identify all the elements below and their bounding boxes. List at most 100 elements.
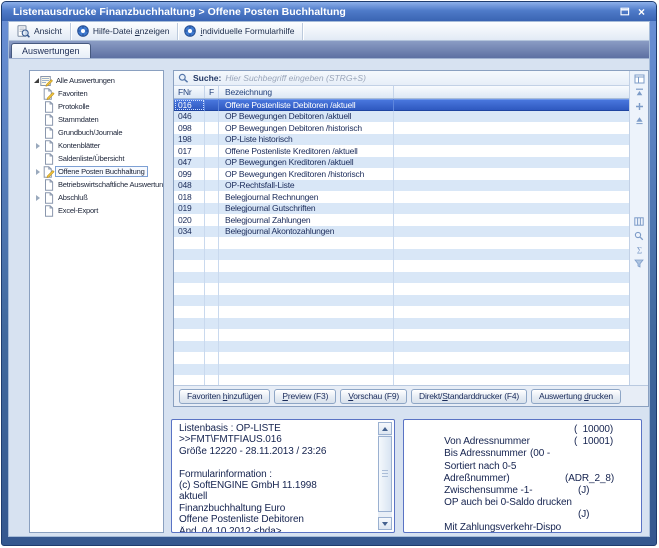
sum-icon[interactable]: Σ [633,244,646,255]
f-cell [205,214,219,226]
add-icon[interactable] [633,101,646,112]
column-header-f[interactable]: F [205,86,219,98]
form-parameter-panel: Von Adressnummer ( 10000) Bis Adressnumm… [403,419,642,533]
toolbar-button-label: Hilfe-Datei anzeigen [93,26,170,36]
table-cell [219,306,394,318]
doc-icon [42,140,55,152]
column-settings-icon[interactable] [633,73,646,84]
table-row[interactable]: 099 OP Bewegungen Kreditoren /historisch [174,168,629,180]
columns-icon[interactable] [633,216,646,227]
table-cell [219,295,394,307]
table-cell [205,272,219,284]
form-info-panel: Listenbasis : OP-LISTE >>FMT\FMTFIAUS.01… [171,419,395,533]
filler-cell [394,226,629,238]
tree-item[interactable]: Abschluß [30,191,163,204]
bezeichnung-cell: OP Bewegungen Debitoren /aktuell [219,111,394,123]
form-info-line: Größe 12220 - 28.11.2013 / 23:26 [179,446,374,457]
form-parameter-line: Von Adressnummer ( 10000) [412,424,635,436]
filter-icon[interactable] [633,258,646,269]
tree-item[interactable]: Alle Auswertungen [30,74,163,87]
tree-item-label: Stammdaten [55,114,102,125]
tree-item-label: Betriebswirtschaftliche Auswertungen [55,179,164,190]
table-cell [174,249,205,261]
table-row[interactable]: 020 Belegjournal Zahlungen [174,214,629,226]
table-row-empty [174,306,629,318]
table-row[interactable]: 019 Belegjournal Gutschriften [174,203,629,215]
tree-item[interactable]: Excel-Export [30,204,163,217]
table-cell [219,318,394,330]
close-button[interactable]: × [633,4,650,19]
doc-pencil-icon [42,88,55,100]
f-cell [205,99,219,111]
action-button-label: Auswertung drucken [539,391,613,401]
tree-item-label: Grundbuch/Journale [55,127,125,138]
action-button[interactable]: Auswertung drucken [531,389,621,404]
table-cell [394,272,629,284]
tree-item[interactable]: Kontenblätter [30,139,163,152]
bezeichnung-cell: Belegjournal Akontozahlungen [219,226,394,238]
action-button[interactable]: Direkt/Standarddrucker (F4) [411,389,527,404]
tree-expander-icon[interactable] [32,77,40,85]
column-header-bezeichnung[interactable]: Bezeichnung [219,86,394,98]
table-cell [205,352,219,364]
f-cell [205,145,219,157]
scroll-up-arrow[interactable] [378,422,392,435]
tree-item-label: Abschluß [55,192,91,203]
table-row[interactable]: 018 Belegjournal Rechnungen [174,191,629,203]
table-row[interactable]: 034 Belegjournal Akontozahlungen [174,226,629,238]
jump-top-icon[interactable] [633,87,646,98]
scroll-down-arrow[interactable] [378,517,392,530]
table-row[interactable]: 017 Offene Postenliste Kreditoren /aktue… [174,145,629,157]
doc-pencil-icon [42,166,55,178]
filler-cell [394,122,629,134]
table-row[interactable]: 098 OP Bewegungen Debitoren /historisch [174,122,629,134]
table-cell [205,375,219,385]
filler-cell [394,145,629,157]
f-cell [205,203,219,215]
table-cell [219,283,394,295]
toolbar-button[interactable]: Hilfe-Datei anzeigen [73,23,179,40]
tree-expander-icon[interactable] [34,194,42,202]
table-row-empty [174,341,629,353]
tree-item[interactable]: Saldenliste/Übersicht [30,152,163,165]
toolbar: Ansicht Hilfe-Datei anzeigen individuell… [9,22,649,41]
table-cell [219,329,394,341]
tree-item[interactable]: Protokolle [30,100,163,113]
table-row-empty [174,352,629,364]
column-header-fnr[interactable]: FNr [174,86,205,98]
table-cell [205,318,219,330]
table-row[interactable]: 198 OP-Liste historisch [174,134,629,146]
tree-item[interactable]: Favoriten [30,87,163,100]
jump-up-icon[interactable] [633,115,646,126]
tab-auswertungen[interactable]: Auswertungen [11,43,91,58]
toolbar-button[interactable]: Ansicht [13,23,71,40]
tree-expander-icon[interactable] [34,168,42,176]
table-cell [174,364,205,376]
tree-item[interactable]: Betriebswirtschaftliche Auswertungen [30,178,163,191]
table-cell [219,237,394,249]
filler-cell [394,180,629,192]
action-button[interactable]: Favoriten hinzufügen [179,389,270,404]
tree-item[interactable]: Grundbuch/Journale [30,126,163,139]
table-row[interactable]: 046 OP Bewegungen Debitoren /aktuell [174,111,629,123]
tree-item[interactable]: Stammdaten [30,113,163,126]
restore-window-button[interactable] [617,4,633,19]
table-row[interactable]: 047 OP Bewegungen Kreditoren /aktuell [174,157,629,169]
table-row[interactable]: 048 OP-Rechtsfall-Liste [174,180,629,192]
scrollbar-thumb[interactable] [378,436,392,512]
action-button[interactable]: Vorschau (F9) [340,389,407,404]
action-button[interactable]: Preview (F3) [274,389,336,404]
search-icon[interactable] [633,230,646,241]
table-cell [394,318,629,330]
bezeichnung-cell: OP-Liste historisch [219,134,394,146]
table-cell [174,260,205,272]
table-row-empty [174,237,629,249]
table-row[interactable]: 016 Offene Postenliste Debitoren /aktuel… [174,99,629,111]
toolbar-button[interactable]: individuelle Formularhilfe [180,23,303,40]
bezeichnung-cell: OP Bewegungen Debitoren /historisch [219,122,394,134]
table-cell [219,260,394,272]
tree-expander-icon[interactable] [34,142,42,150]
table-cell [174,306,205,318]
tree-item[interactable]: Offene Posten Buchhaltung [30,165,163,178]
search-input[interactable] [225,72,625,84]
